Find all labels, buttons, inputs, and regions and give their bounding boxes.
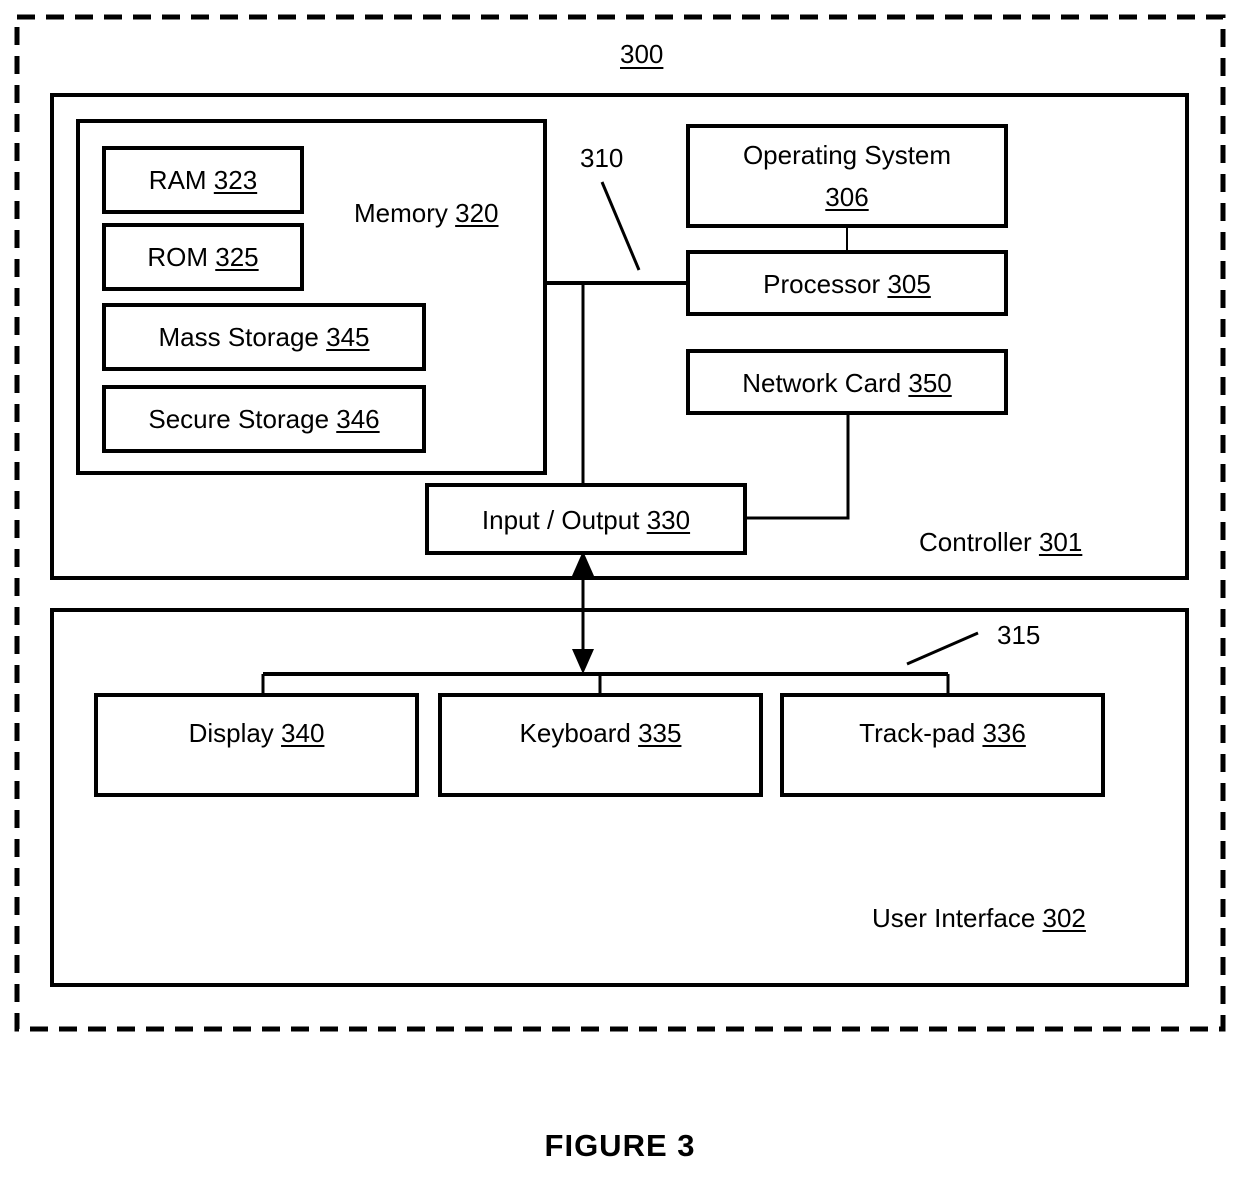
mass-storage-label: Mass Storage 345 xyxy=(104,322,424,353)
display-label-text: Display xyxy=(188,718,282,748)
trackpad-label: Track-pad 336 xyxy=(782,718,1103,749)
input-output-ref: 330 xyxy=(646,505,691,535)
network-card-label-text: Network Card xyxy=(742,368,909,398)
ram-ref: 323 xyxy=(213,165,258,195)
network-card-label: Network Card 350 xyxy=(688,368,1006,399)
ui-bus-ref-label: 315 xyxy=(997,620,1041,650)
memory-label-text: Memory xyxy=(354,198,456,228)
operating-system-ref: 306 xyxy=(825,182,869,212)
mass-storage-label-text: Mass Storage xyxy=(158,322,327,352)
controller-ref: 301 xyxy=(1038,527,1083,557)
display-label: Display 340 xyxy=(96,718,417,749)
operating-system-label: Operating System xyxy=(688,140,1006,171)
trackpad-label-text: Track-pad xyxy=(859,718,983,748)
system-ref-label: 300 xyxy=(620,39,664,69)
input-output-label: Input / Output 330 xyxy=(427,505,745,536)
user-interface-label-text: User Interface xyxy=(872,903,1043,933)
user-interface-label: User Interface 302 xyxy=(872,903,1086,934)
rom-label-text: ROM xyxy=(147,242,216,272)
network-card-connector xyxy=(745,413,850,520)
keyboard-label: Keyboard 335 xyxy=(440,718,761,749)
controller-ui-arrow-head-down xyxy=(572,649,594,674)
operating-system-ref-line: 306 xyxy=(688,182,1006,213)
patent-figure: 300 Memory 320 RAM 323 ROM 325 Mass Stor… xyxy=(0,0,1240,1186)
processor-ref: 305 xyxy=(887,269,931,299)
controller-bus-ref-label: 310 xyxy=(580,143,624,173)
rom-label: ROM 325 xyxy=(104,242,302,273)
secure-storage-label-text: Secure Storage xyxy=(148,404,337,434)
ref-315-leader xyxy=(906,631,979,666)
controller-label: Controller 301 xyxy=(919,527,1082,558)
controller-label-text: Controller xyxy=(919,527,1039,557)
keyboard-label-text: Keyboard xyxy=(519,718,639,748)
mass-storage-ref: 345 xyxy=(326,322,370,352)
ram-label-text: RAM xyxy=(148,165,214,195)
processor-label-text: Processor xyxy=(763,269,888,299)
network-card-ref: 350 xyxy=(908,368,952,398)
secure-storage-ref: 346 xyxy=(336,404,380,434)
keyboard-ref: 335 xyxy=(638,718,682,748)
memory-ref: 320 xyxy=(455,198,499,228)
trackpad-ref: 336 xyxy=(982,718,1026,748)
operating-system-label-text: Operating System xyxy=(742,140,952,170)
secure-storage-label: Secure Storage 346 xyxy=(104,404,424,435)
ref-310-leader xyxy=(600,181,641,271)
input-output-label-text: Input / Output xyxy=(481,505,647,535)
ram-label: RAM 323 xyxy=(104,165,302,196)
memory-label: Memory 320 xyxy=(354,198,499,229)
processor-label: Processor 305 xyxy=(688,269,1006,300)
display-ref: 340 xyxy=(281,718,325,748)
user-interface-ref: 302 xyxy=(1042,903,1086,933)
rom-ref: 325 xyxy=(215,242,259,272)
figure-caption: FIGURE 3 xyxy=(544,1128,696,1163)
